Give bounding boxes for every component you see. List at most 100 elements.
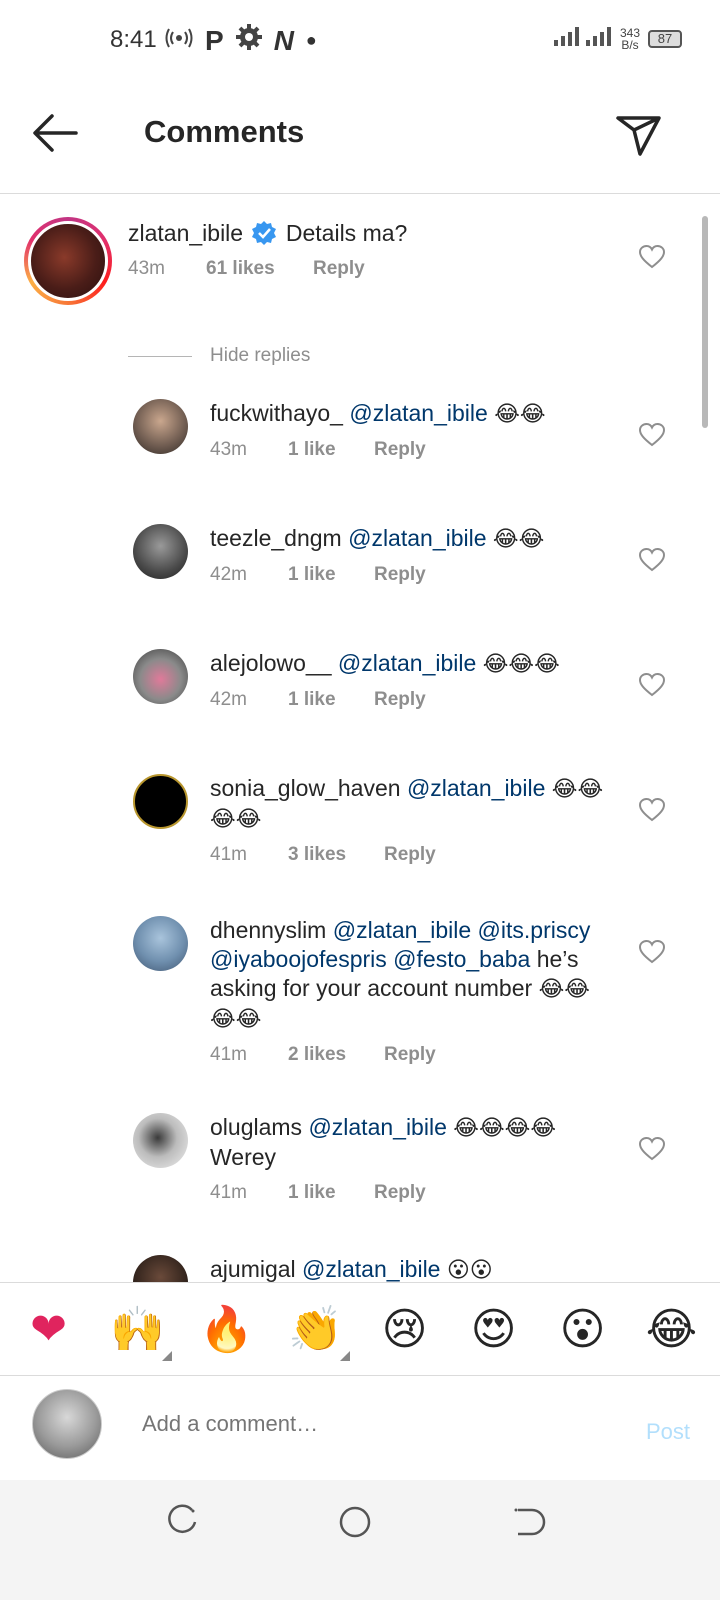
emoji-text: 😂😂: [538, 977, 590, 1002]
comment-meta: 41m 2 likes Reply: [210, 1044, 620, 1066]
heart-icon[interactable]: [638, 244, 666, 269]
emoji-text: 😂😂: [210, 807, 262, 832]
mention-link[interactable]: @zlatan_ibile @its.priscy: [333, 917, 591, 943]
comment-likes[interactable]: 1 like: [288, 564, 374, 586]
send-icon[interactable]: [614, 110, 664, 160]
mention-link[interactable]: @zlatan_ibile: [302, 1256, 440, 1282]
comment-time: 42m: [210, 689, 247, 710]
comment-likes[interactable]: 61 likes: [206, 258, 313, 280]
avatar[interactable]: [133, 916, 188, 971]
mention-link[interactable]: @iyaboojofespris @festo_baba: [210, 946, 530, 972]
comment-meta: 41m 1 like Reply: [210, 1182, 620, 1204]
emoji-text: 😂😂: [210, 1007, 262, 1032]
comment-username[interactable]: oluglams: [210, 1114, 302, 1140]
mention-link[interactable]: @zlatan_ibile: [407, 775, 545, 801]
avatar[interactable]: [133, 399, 188, 454]
network-speed: 343 B/s: [619, 25, 640, 52]
reply-button[interactable]: Reply: [374, 1182, 426, 1204]
comment-text: asking for your account number: [210, 975, 533, 1001]
comment-text: he’s: [536, 946, 579, 972]
raising-hands-emoji-button[interactable]: 🙌: [108, 1299, 172, 1361]
comment-likes[interactable]: 2 likes: [288, 1044, 384, 1066]
avatar[interactable]: [133, 649, 188, 704]
heart-emoji-button[interactable]: ❤: [19, 1299, 79, 1359]
comment-time: 41m: [210, 1044, 247, 1065]
verified-badge-icon: [251, 220, 277, 246]
comments-list[interactable]: zlatan_ibile Details ma? 43m 61 likes Re…: [0, 195, 720, 1305]
heart-icon[interactable]: [638, 422, 666, 447]
emoji-text: 😂😂: [492, 527, 545, 552]
avatar[interactable]: [24, 217, 112, 305]
comment-likes[interactable]: 1 like: [288, 439, 374, 461]
comment-text: Werey: [210, 1144, 277, 1170]
n-app-icon: N: [273, 24, 294, 56]
reply-button[interactable]: Reply: [374, 564, 426, 586]
scrollbar[interactable]: [702, 216, 708, 428]
comment-username[interactable]: alejolowo__: [210, 650, 331, 676]
emoji-text: 😂😂😂😂: [453, 1116, 557, 1141]
fire-emoji-button[interactable]: 🔥: [197, 1299, 257, 1359]
comment-input[interactable]: [142, 1411, 582, 1437]
reply-button[interactable]: Reply: [384, 844, 436, 866]
surprised-emoji-button[interactable]: 😮: [553, 1299, 613, 1359]
comment-username[interactable]: fuckwithayo_: [210, 400, 343, 426]
divider: [128, 355, 192, 357]
hide-replies-toggle[interactable]: Hide replies: [128, 345, 310, 367]
heart-icon[interactable]: [638, 547, 666, 572]
quick-reactions-bar: ❤ 🙌 🔥 👏 😢 😍 😮 😂: [0, 1282, 720, 1376]
comment-meta: 42m 1 like Reply: [210, 689, 620, 711]
comment-username[interactable]: zlatan_ibile: [128, 220, 243, 246]
mention-link[interactable]: @zlatan_ibile: [308, 1114, 446, 1140]
back-nav-icon[interactable]: [508, 1502, 548, 1542]
crying-emoji-button[interactable]: 😢: [375, 1299, 435, 1359]
heart-icon[interactable]: [638, 672, 666, 697]
comment-username[interactable]: teezle_dngm: [210, 525, 342, 551]
avatar: [32, 1389, 102, 1459]
avatar[interactable]: [133, 774, 188, 829]
mention-link[interactable]: @zlatan_ibile: [348, 525, 486, 551]
post-button[interactable]: Post: [646, 1419, 690, 1445]
comment-text: Details ma?: [285, 220, 408, 246]
comment-username[interactable]: sonia_glow_haven: [210, 775, 401, 801]
comment-meta: 43m 1 like Reply: [210, 439, 620, 461]
mention-link[interactable]: @zlatan_ibile: [338, 650, 476, 676]
system-nav-bar: [0, 1480, 720, 1600]
comment-likes[interactable]: 3 likes: [288, 844, 384, 866]
status-time: 8:41: [110, 26, 157, 53]
status-bar: 8:41 P N ● 343 B/s 87: [0, 0, 720, 80]
heart-icon[interactable]: [638, 797, 666, 822]
reply-button[interactable]: Reply: [374, 689, 426, 711]
hotspot-icon: [165, 27, 193, 55]
reply-button[interactable]: Reply: [313, 258, 365, 280]
comment-composer: Post: [0, 1377, 720, 1477]
skin-tone-indicator-icon: [161, 1351, 172, 1361]
avatar[interactable]: [133, 524, 188, 579]
p-app-icon: P: [205, 24, 224, 56]
skin-tone-indicator-icon: [339, 1351, 350, 1361]
back-arrow-icon[interactable]: [30, 110, 80, 156]
recent-apps-icon[interactable]: [162, 1502, 202, 1542]
comment-time: 43m: [210, 439, 247, 460]
home-icon[interactable]: [335, 1502, 375, 1542]
comment-meta: 41m 3 likes Reply: [210, 844, 620, 866]
avatar[interactable]: [133, 1113, 188, 1168]
status-right-icons: 343 B/s 87: [552, 24, 682, 53]
emoji-text: 😂😂😂: [482, 652, 560, 677]
comment-username[interactable]: ajumigal: [210, 1256, 296, 1282]
laughing-emoji-button[interactable]: 😂: [642, 1299, 702, 1359]
comment-time: 41m: [210, 1182, 247, 1203]
comment-username[interactable]: dhennyslim: [210, 917, 326, 943]
heart-icon[interactable]: [638, 939, 666, 964]
comment-meta: 42m 1 like Reply: [210, 564, 620, 586]
battery-icon: 87: [648, 29, 682, 48]
comment-likes[interactable]: 1 like: [288, 689, 374, 711]
clapping-emoji-button[interactable]: 👏: [286, 1299, 350, 1361]
heart-icon[interactable]: [638, 1136, 666, 1161]
comment-likes[interactable]: 1 like: [288, 1182, 374, 1204]
mention-link[interactable]: @zlatan_ibile: [349, 400, 487, 426]
reply-button[interactable]: Reply: [374, 439, 426, 461]
status-notification-icons: P N ●: [165, 24, 317, 57]
emoji-text: 😂😂: [551, 777, 604, 802]
heart-eyes-emoji-button[interactable]: 😍: [464, 1299, 524, 1359]
reply-button[interactable]: Reply: [384, 1044, 436, 1066]
